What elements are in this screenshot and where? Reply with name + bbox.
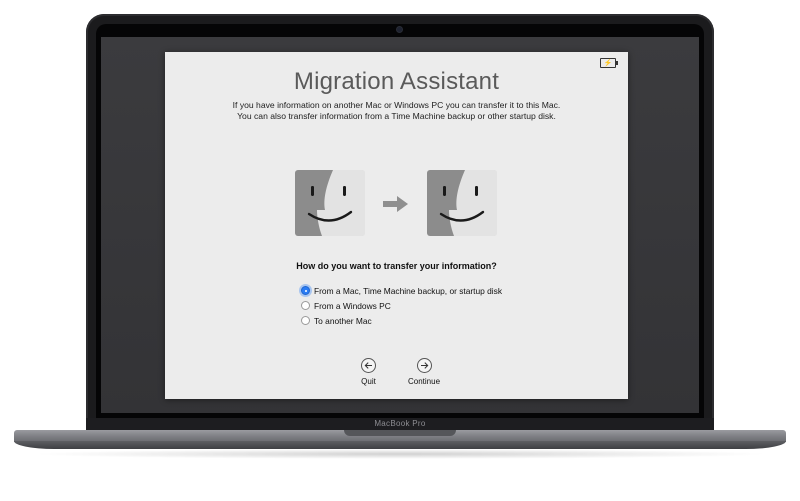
radio-from-mac[interactable]	[301, 286, 310, 295]
laptop-shadow	[30, 449, 770, 459]
device-brand-label: MacBook Pro	[374, 419, 426, 428]
arrow-left-circle-icon[interactable]	[361, 358, 376, 373]
arrow-right-icon	[383, 196, 408, 212]
migration-assistant-window: ⚡ Migration Assistant If you have inform…	[165, 52, 628, 399]
source-finder-icon	[295, 170, 365, 236]
window-title: Migration Assistant	[293, 68, 500, 95]
option-from-mac-label: From a Mac, Time Machine backup, or star…	[314, 285, 503, 296]
arrow-right-circle-icon[interactable]	[416, 358, 432, 373]
window-description: If you have information on another Mac o…	[165, 100, 628, 122]
transfer-options: From a Mac, Time Machine backup, or star…	[301, 283, 502, 328]
option-to-another-mac-label: To another Mac	[314, 315, 372, 326]
radio-to-another-mac[interactable]	[301, 316, 310, 325]
option-from-windows[interactable]: From a Windows PC	[301, 298, 502, 313]
battery-charging-icon: ⚡	[600, 58, 618, 68]
continue-label: Continue	[408, 377, 441, 386]
destination-finder-icon	[427, 170, 497, 236]
laptop-scene: ⚡ Migration Assistant If you have inform…	[0, 0, 800, 501]
description-line-1: If you have information on another Mac o…	[232, 100, 561, 110]
quit-button[interactable]: Quit	[361, 358, 376, 386]
option-to-another-mac[interactable]: To another Mac	[301, 313, 502, 328]
continue-button[interactable]: Continue	[408, 358, 440, 386]
laptop-base-edge	[14, 441, 786, 449]
lid-open-notch	[344, 430, 456, 436]
quit-label: Quit	[361, 377, 376, 386]
option-from-windows-label: From a Windows PC	[314, 300, 391, 311]
option-from-mac[interactable]: From a Mac, Time Machine backup, or star…	[301, 283, 502, 298]
camera-icon	[397, 27, 402, 32]
radio-from-windows[interactable]	[301, 301, 310, 310]
description-line-2: You can also transfer information from a…	[237, 111, 556, 121]
transfer-question: How do you want to transfer your informa…	[296, 261, 497, 271]
